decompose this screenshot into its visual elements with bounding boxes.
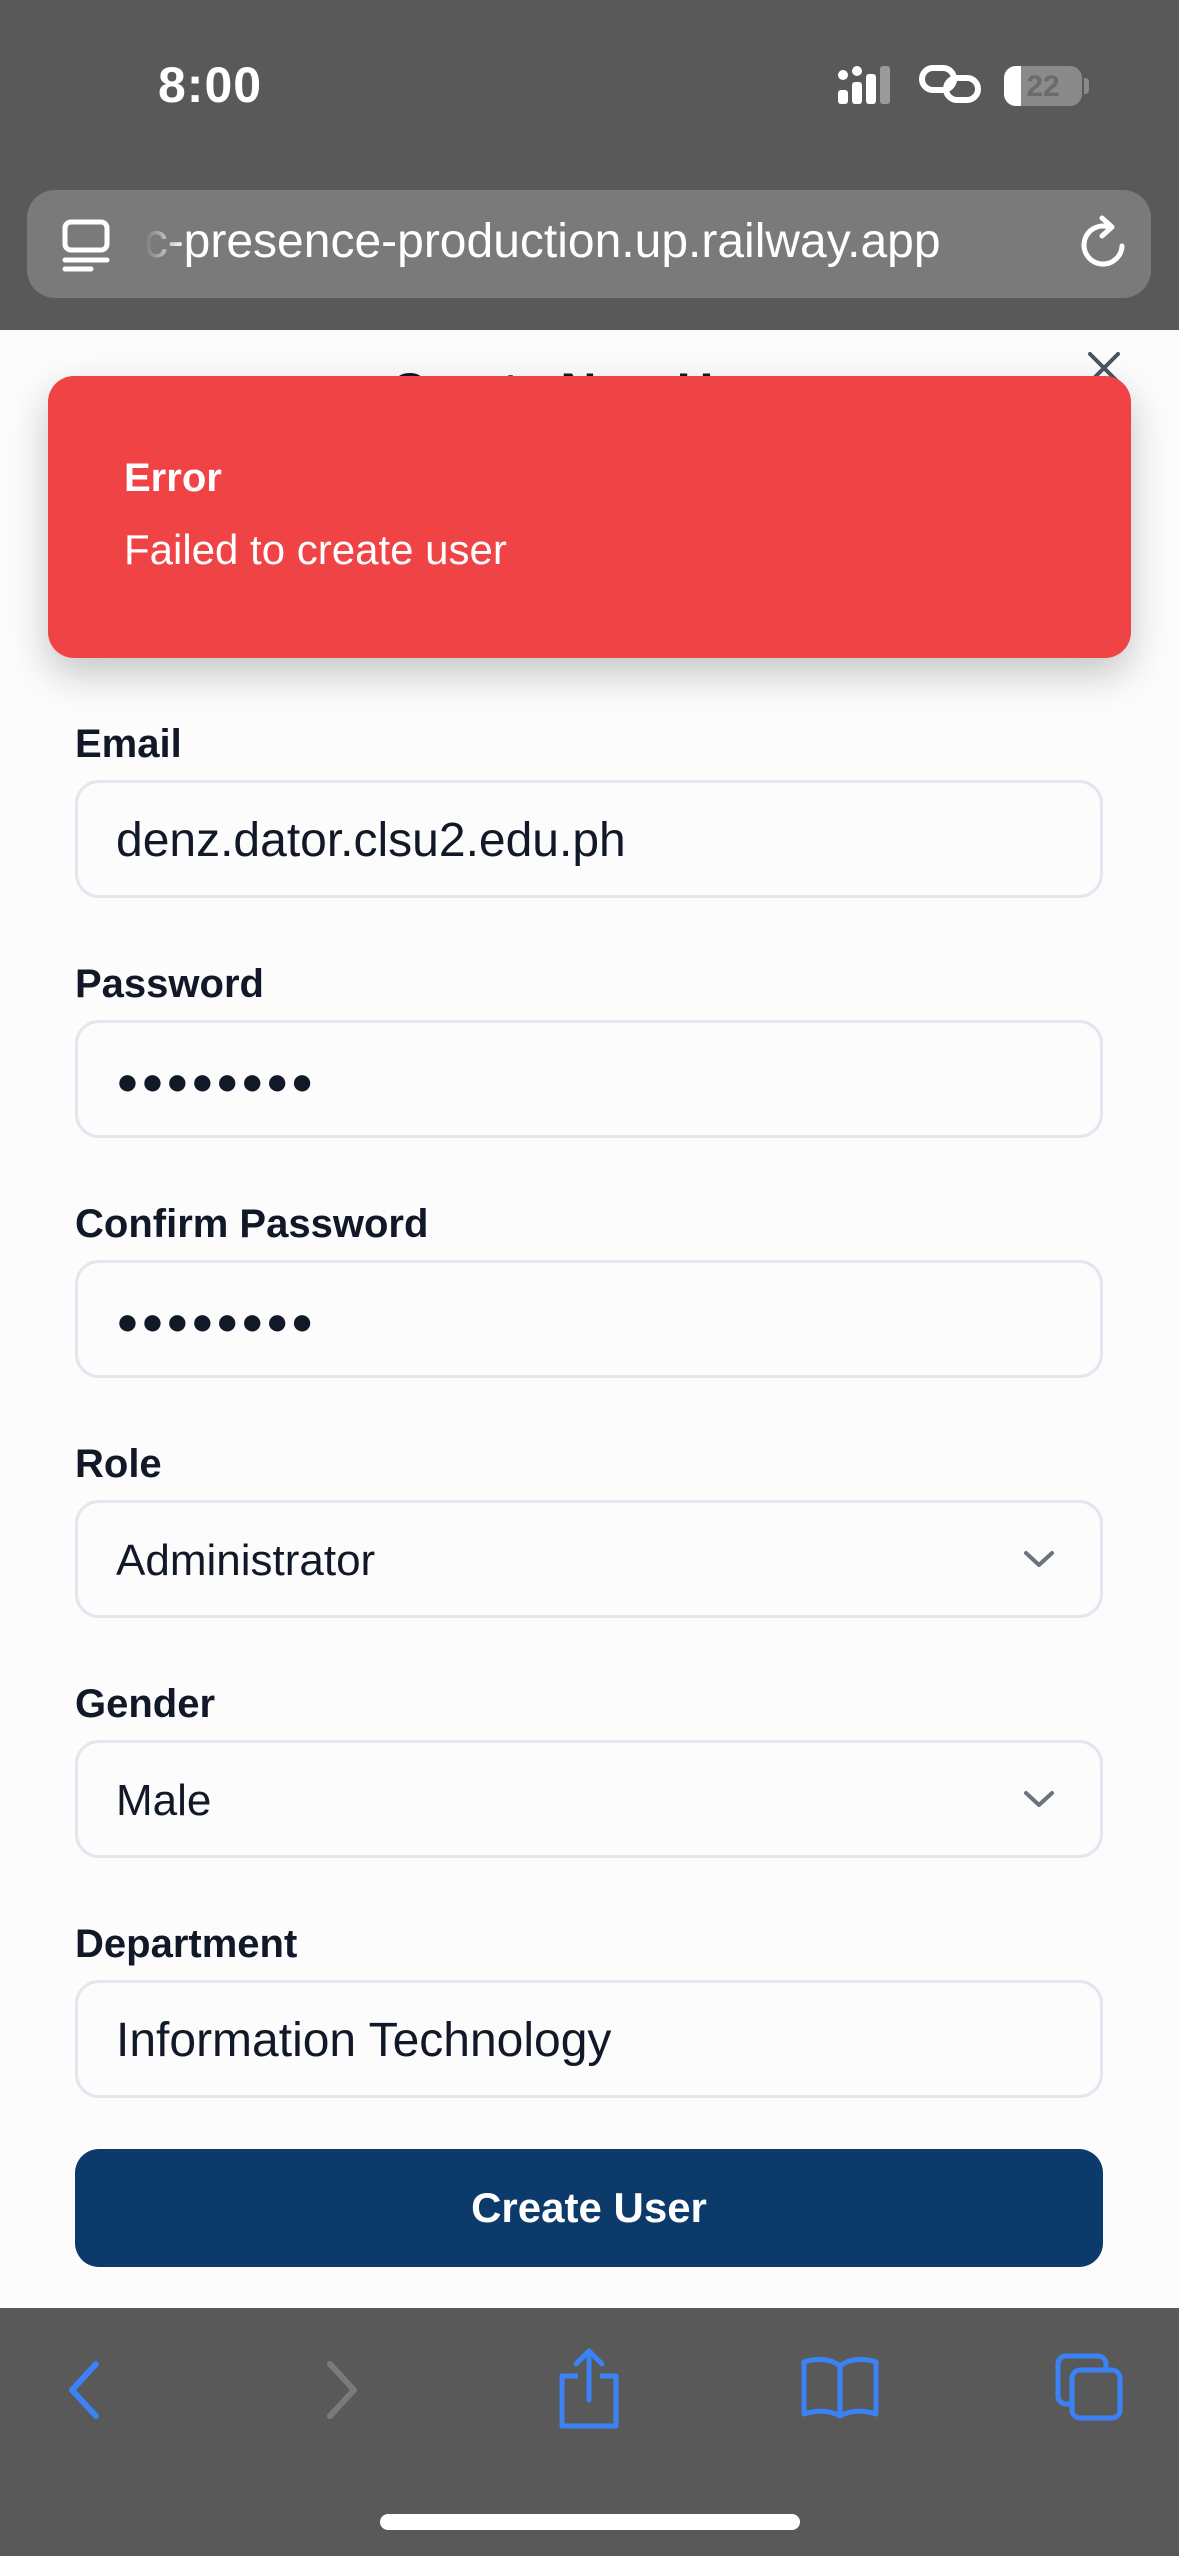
role-value: Administrator bbox=[116, 1536, 376, 1585]
status-time: 8:00 bbox=[158, 57, 263, 113]
password-field[interactable]: ●●●●●●●● bbox=[75, 1020, 1103, 1138]
role-select[interactable]: Administrator bbox=[75, 1500, 1103, 1618]
confirm-password-field[interactable]: ●●●●●●●● bbox=[75, 1260, 1103, 1378]
status-bar: 8:00 22 bbox=[0, 0, 1179, 180]
email-field[interactable]: denz.dator.clsu2.edu.ph bbox=[75, 780, 1103, 898]
email-value: denz.dator.clsu2.edu.ph bbox=[116, 814, 626, 867]
department-value: Information Technology bbox=[116, 2014, 612, 2067]
gender-select[interactable]: Male bbox=[75, 1740, 1103, 1858]
bookmarks-icon[interactable] bbox=[800, 2354, 880, 2420]
home-indicator[interactable] bbox=[380, 2514, 800, 2530]
url-text[interactable]: ec-presence-production.up.railway.app bbox=[145, 214, 1075, 269]
email-label: Email bbox=[75, 722, 182, 766]
tabs-icon[interactable] bbox=[1054, 2352, 1126, 2424]
chevron-down-icon bbox=[1024, 1791, 1054, 1807]
url-bar[interactable]: ec-presence-production.up.railway.app bbox=[27, 190, 1151, 298]
chevron-down-icon bbox=[1024, 1551, 1054, 1567]
error-toast[interactable]: Error Failed to create user bbox=[48, 376, 1131, 658]
create-user-button[interactable]: Create User bbox=[75, 2149, 1103, 2267]
back-icon[interactable] bbox=[64, 2358, 104, 2422]
forward-icon[interactable] bbox=[322, 2358, 362, 2422]
password-value: ●●●●●●●● bbox=[116, 1061, 316, 1103]
toast-message: Failed to create user bbox=[124, 526, 507, 573]
battery-level: 22 bbox=[1026, 70, 1060, 103]
reload-icon[interactable] bbox=[1075, 212, 1133, 272]
signal-icon bbox=[838, 66, 890, 104]
page-menu-icon[interactable] bbox=[61, 218, 111, 272]
department-label: Department bbox=[75, 1922, 298, 1966]
confirm-password-label: Confirm Password bbox=[75, 1202, 429, 1246]
share-icon[interactable] bbox=[556, 2346, 622, 2430]
role-label: Role bbox=[75, 1442, 162, 1486]
department-field[interactable]: Information Technology bbox=[75, 1980, 1103, 2098]
battery-icon: 22 bbox=[1004, 66, 1082, 106]
password-label: Password bbox=[75, 962, 264, 1006]
toast-title: Error bbox=[124, 456, 222, 500]
confirm-password-value: ●●●●●●●● bbox=[116, 1301, 316, 1343]
gender-label: Gender bbox=[75, 1682, 216, 1726]
battery-cap bbox=[1084, 78, 1089, 94]
gender-value: Male bbox=[116, 1776, 212, 1825]
link-icon bbox=[919, 65, 981, 103]
